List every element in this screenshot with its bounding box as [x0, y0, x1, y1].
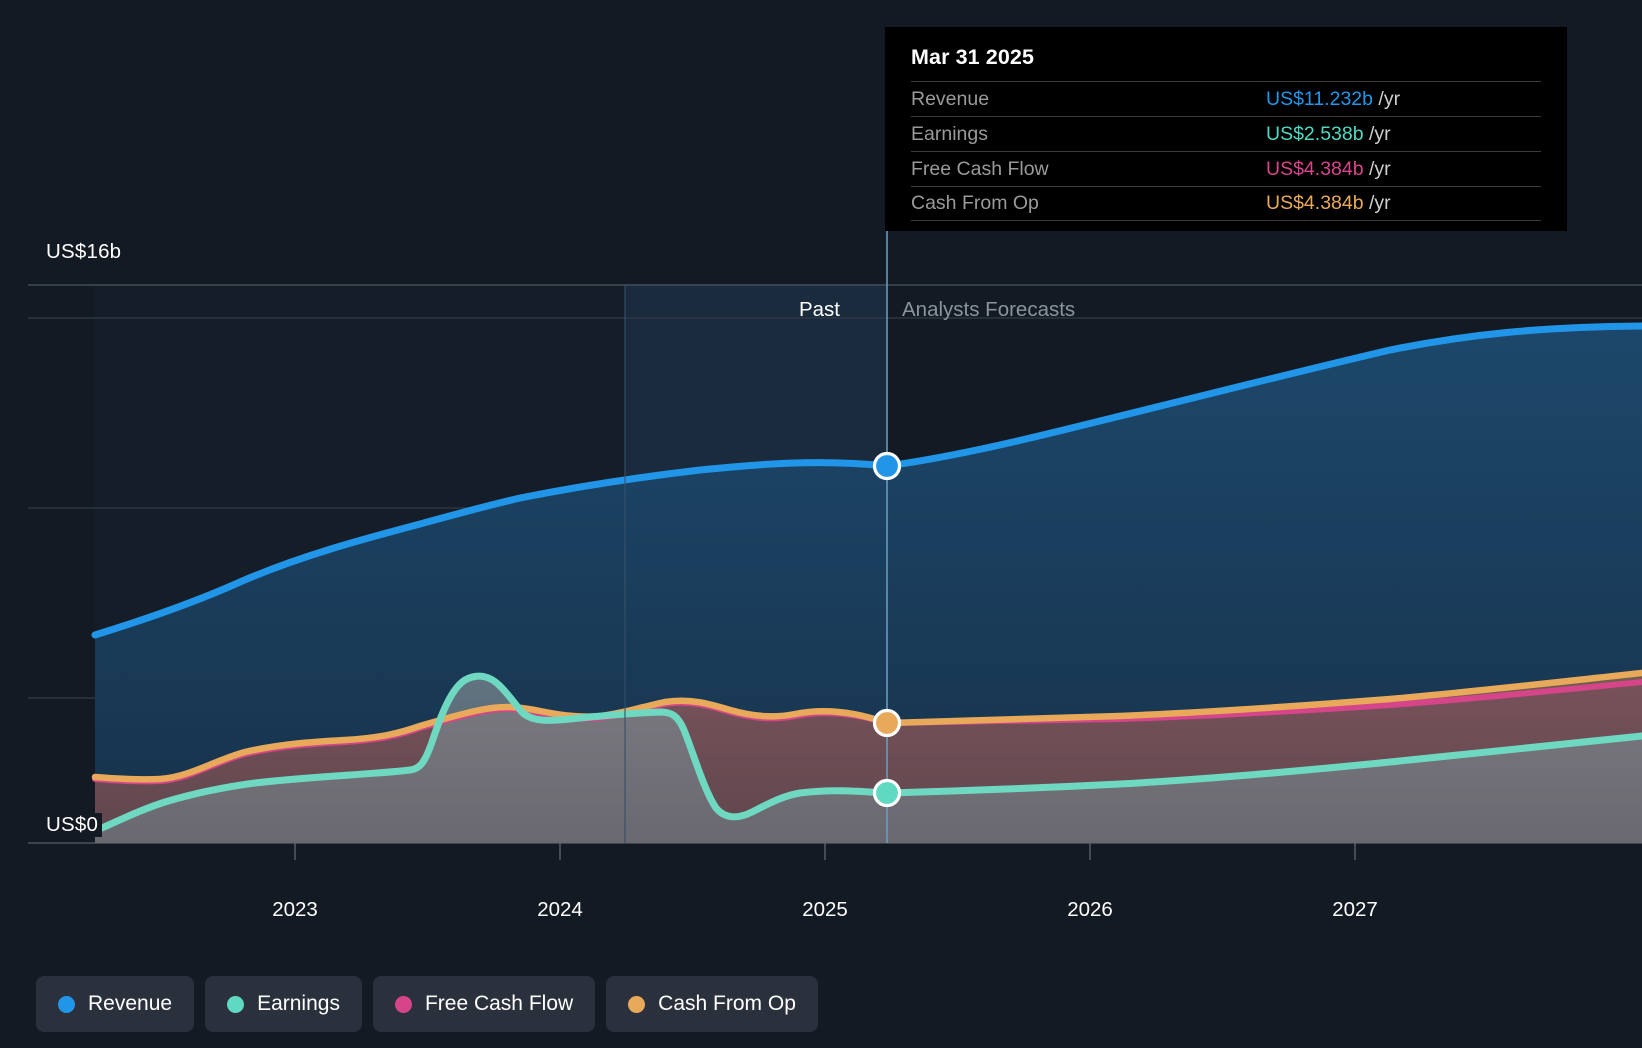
y-axis-min-label: US$0 — [46, 813, 103, 837]
legend-label: Cash From Op — [658, 992, 796, 1015]
legend-label: Free Cash Flow — [424, 992, 574, 1015]
tooltip-metric-label: Earnings — [911, 122, 988, 145]
x-tick-marks — [294, 843, 1356, 860]
tooltip-amount: US$2.538b — [1266, 122, 1364, 145]
x-tick-label-2025: 2025 — [802, 898, 848, 921]
legend-label: Earnings — [257, 992, 340, 1015]
tooltip-metric-value: US$11.232b /yr — [1266, 88, 1400, 111]
tooltip-row-free-cash-flow: Free Cash Flow US$4.384b /yr — [911, 151, 1541, 186]
tooltip-unit: /yr — [1369, 192, 1391, 214]
y-axis-max-label: US$16b — [46, 240, 126, 264]
chart-legend: Revenue Earnings Free Cash Flow Cash Fro… — [36, 976, 818, 1032]
forecast-band-label: Analysts Forecasts — [902, 298, 1076, 321]
tooltip-row-revenue: Revenue US$11.232b /yr — [911, 81, 1541, 116]
tooltip-amount: US$11.232b — [1266, 87, 1373, 110]
legend-label: Revenue — [88, 992, 173, 1015]
x-tick-label-2023: 2023 — [272, 898, 318, 921]
legend-item-cash-from-op[interactable]: Cash From Op — [606, 976, 818, 1032]
tooltip-row-cash-from-op: Cash From Op US$4.384b /yr — [911, 186, 1541, 221]
tooltip-metric-value: US$2.538b /yr — [1266, 123, 1391, 146]
tooltip-amount: US$4.384b — [1266, 192, 1364, 214]
tooltip-metric-value: US$4.384b /yr — [1266, 192, 1391, 215]
legend-item-earnings[interactable]: Earnings — [205, 976, 362, 1032]
legend-dot-icon — [58, 995, 75, 1013]
legend-dot-icon — [227, 995, 245, 1013]
tooltip-metric-label: Free Cash Flow — [911, 157, 1049, 180]
legend-item-free-cash-flow[interactable]: Free Cash Flow — [372, 976, 596, 1032]
cash-from-op-marker[interactable] — [872, 708, 902, 738]
x-tick-label-2026: 2026 — [1067, 898, 1113, 921]
chart-page: US$16b US$0 Past Analysts Forecasts 2023… — [0, 0, 1642, 1048]
past-band-label: Past — [798, 298, 840, 321]
tooltip-row-earnings: Earnings US$2.538b /yr — [911, 116, 1541, 151]
hover-tooltip: Mar 31 2025 Revenue US$11.232b /yr Earni… — [885, 27, 1567, 231]
tooltip-metric-value: US$4.384b /yr — [1266, 158, 1391, 181]
earnings-marker[interactable] — [872, 778, 902, 808]
revenue-marker[interactable] — [872, 451, 902, 481]
tooltip-amount: US$4.384b — [1266, 157, 1364, 180]
tooltip-unit: /yr — [1378, 87, 1401, 110]
tooltip-unit: /yr — [1369, 157, 1391, 180]
tooltip-unit: /yr — [1369, 122, 1391, 145]
x-tick-label-2024: 2024 — [537, 898, 583, 921]
tooltip-date-title: Mar 31 2025 — [911, 45, 1035, 69]
legend-dot-icon — [628, 995, 646, 1013]
tooltip-metric-label: Cash From Op — [911, 192, 1039, 214]
tooltip-metric-label: Revenue — [911, 87, 990, 110]
x-tick-label-2027: 2027 — [1332, 898, 1378, 921]
legend-dot-icon — [394, 995, 412, 1013]
legend-item-revenue[interactable]: Revenue — [36, 976, 195, 1032]
